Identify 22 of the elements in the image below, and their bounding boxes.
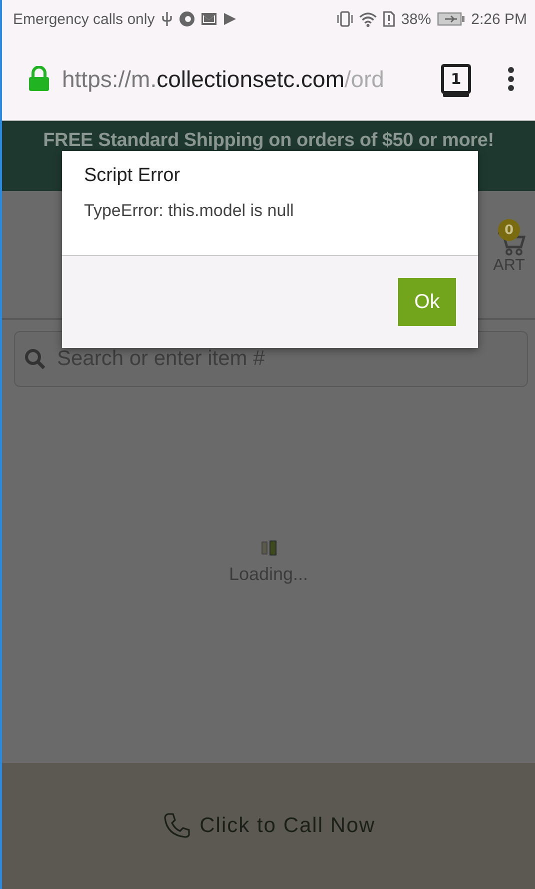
loading-spinner-icon [260, 540, 276, 556]
menu-icon [507, 66, 515, 92]
clock-time: 2:26 PM [471, 10, 527, 28]
battery-charging-icon [437, 12, 466, 26]
battery-percent: 38% [401, 10, 432, 28]
carrier-text: Emergency calls only [13, 10, 155, 28]
play-store-icon [222, 12, 237, 26]
wifi-icon [359, 12, 378, 26]
mail-icon [200, 12, 217, 26]
cart-count-badge: 0 [498, 219, 520, 241]
address-field[interactable]: https://m.collectionsetc.com/ord [62, 66, 429, 92]
dialog-message: TypeError: this.model is null [84, 201, 295, 221]
promo-text: FREE Standard Shipping on orders of $50 or more! [42, 129, 495, 152]
ok-button[interactable]: Ok [398, 278, 456, 326]
battery-alert-icon [383, 11, 396, 27]
phone-icon [162, 811, 192, 841]
search-icon [24, 348, 46, 370]
dialog-title: Script Error [84, 165, 182, 187]
usb-icon [160, 11, 173, 27]
call-link[interactable]: Click to Call Now [162, 811, 376, 841]
tab-count-button[interactable]: 1 [441, 64, 471, 94]
vibrate-icon [337, 11, 354, 27]
